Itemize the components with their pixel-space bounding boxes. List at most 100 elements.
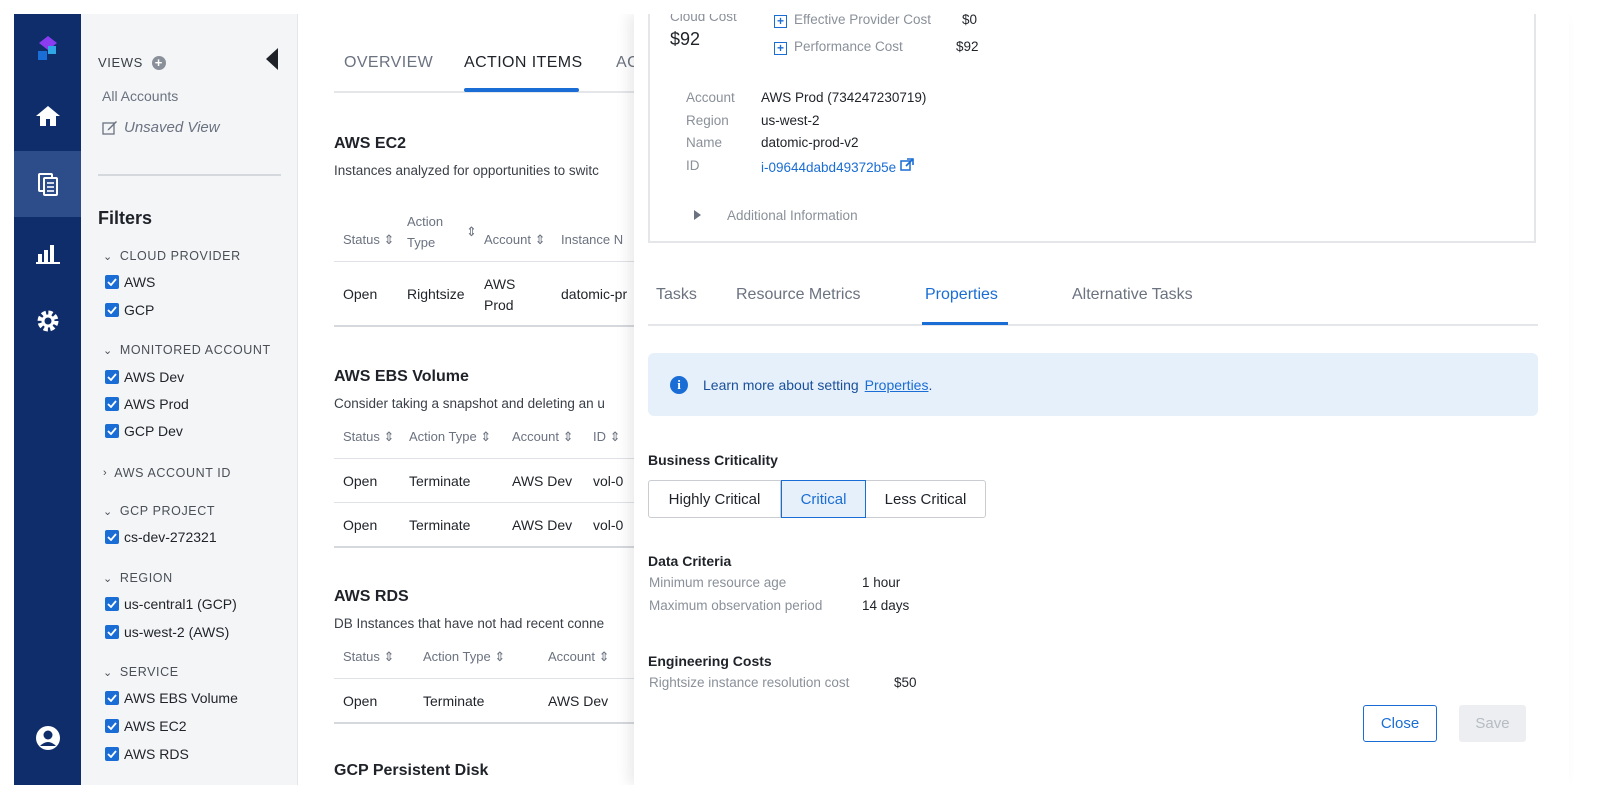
checkbox-checked-icon[interactable]	[105, 303, 119, 317]
divider	[334, 502, 634, 503]
filter-section-aws-account-id[interactable]: › AWS ACCOUNT ID	[103, 466, 231, 480]
view-unsaved[interactable]: Unsaved View	[102, 119, 220, 136]
filter-section-cloud-provider[interactable]: ⌄ CLOUD PROVIDER	[103, 249, 241, 263]
filter-option-aws-prod[interactable]: AWS Prod	[105, 396, 189, 412]
effective-provider-cost-value: $0	[962, 14, 978, 27]
tab-tasks[interactable]: Tasks	[656, 286, 697, 304]
instance-id-link[interactable]: i-09644dabd49372b5e	[761, 158, 914, 175]
effective-provider-cost[interactable]: + Effective Provider Cost	[774, 14, 931, 28]
checkbox-checked-icon[interactable]	[105, 691, 119, 705]
performance-cost-value: $92	[956, 39, 979, 54]
performance-cost[interactable]: + Performance Cost	[774, 39, 903, 55]
view-all-accounts[interactable]: All Accounts	[102, 88, 178, 104]
filter-option-aws-dev[interactable]: AWS Dev	[105, 369, 184, 385]
divider	[334, 325, 634, 327]
checkbox-checked-icon[interactable]	[105, 530, 119, 544]
column-header-action-type-line1[interactable]: Action	[407, 214, 443, 229]
name-value: datomic-prod-v2	[761, 135, 859, 150]
cell-id[interactable]: vol-0	[593, 517, 623, 533]
checkbox-checked-icon[interactable]	[105, 719, 119, 733]
cell-id[interactable]: vol-0	[593, 473, 623, 489]
collapse-panel-icon[interactable]	[266, 48, 278, 70]
column-header-id[interactable]: ID ⇕	[593, 429, 621, 445]
rightsize-cost-label: Rightsize instance resolution cost	[649, 675, 850, 690]
settings-icon[interactable]	[14, 288, 81, 354]
max-observation-period-value: 14 days	[862, 598, 910, 613]
column-header-account[interactable]: Account ⇕	[512, 429, 574, 445]
option-less-critical[interactable]: Less Critical	[866, 481, 985, 517]
expand-plus-icon[interactable]: +	[774, 15, 787, 28]
checkbox-checked-icon[interactable]	[105, 370, 119, 384]
checkbox-checked-icon[interactable]	[105, 625, 119, 639]
tab-action-items[interactable]: ACTION ITEMS	[464, 54, 583, 72]
filter-option-aws-ec2[interactable]: AWS EC2	[105, 718, 187, 734]
checkbox-checked-icon[interactable]	[105, 275, 119, 289]
cell-instance[interactable]: datomic-pr	[561, 286, 627, 302]
cell-action: Terminate	[409, 517, 471, 533]
checkbox-checked-icon[interactable]	[105, 424, 119, 438]
column-header-instance[interactable]: Instance N	[561, 232, 623, 247]
filter-section-gcp-project[interactable]: ⌄ GCP PROJECT	[103, 504, 215, 518]
checkbox-checked-icon[interactable]	[105, 597, 119, 611]
tab-alternative-tasks[interactable]: Alternative Tasks	[1072, 286, 1193, 304]
filter-option-cs-dev[interactable]: cs-dev-272321	[105, 529, 217, 545]
filter-option-aws-rds[interactable]: AWS RDS	[105, 746, 189, 762]
filter-section-region[interactable]: ⌄ REGION	[103, 571, 173, 585]
column-header-action-type-line2[interactable]: Type	[407, 235, 435, 250]
cloud-cost-label: Cloud Cost	[670, 14, 737, 24]
checkbox-checked-icon[interactable]	[105, 397, 119, 411]
filter-option-gcp[interactable]: GCP	[105, 302, 154, 318]
cell-account-line2: Prod	[484, 297, 514, 313]
column-header-account[interactable]: Account ⇕	[484, 232, 546, 248]
views-label: VIEWS	[98, 55, 143, 70]
tab-overview[interactable]: OVERVIEW	[344, 54, 433, 72]
save-button[interactable]: Save	[1459, 705, 1526, 742]
checkbox-checked-icon[interactable]	[105, 747, 119, 761]
column-header-action-type[interactable]: Action Type ⇕	[423, 649, 505, 665]
external-link-icon	[900, 158, 914, 171]
chevron-down-icon: ⌄	[103, 344, 113, 357]
column-header-account[interactable]: Account ⇕	[548, 649, 610, 665]
option-label: AWS RDS	[124, 746, 189, 762]
additional-information-toggle[interactable]: Additional Information	[694, 208, 858, 223]
divider	[334, 678, 634, 679]
logo-icon[interactable]	[14, 16, 81, 82]
filter-option-us-central1[interactable]: us-central1 (GCP)	[105, 596, 237, 612]
option-label: AWS EC2	[124, 718, 187, 734]
add-view-icon[interactable]: +	[151, 55, 166, 70]
filter-option-us-west-2[interactable]: us-west-2 (AWS)	[105, 624, 229, 640]
tab-resource-metrics[interactable]: Resource Metrics	[736, 286, 860, 304]
chevron-down-icon: ⌄	[103, 572, 113, 585]
reports-icon[interactable]	[14, 221, 81, 287]
divider	[98, 174, 281, 176]
option-critical[interactable]: Critical	[781, 480, 866, 518]
column-header-status[interactable]: Status ⇕	[343, 232, 394, 248]
option-highly-critical[interactable]: Highly Critical	[649, 481, 781, 517]
detail-drawer: Cloud Cost $92 + Effective Provider Cost …	[634, 14, 1569, 785]
column-header-status[interactable]: Status ⇕	[343, 649, 394, 665]
home-icon[interactable]	[14, 83, 81, 149]
divider	[334, 458, 634, 459]
tab-more[interactable]: AC	[616, 54, 634, 72]
column-header-action-type[interactable]: Action Type ⇕	[409, 429, 491, 445]
rightsize-cost-value: $50	[894, 675, 917, 690]
cell-account-line1: AWS	[484, 276, 516, 292]
column-header-status[interactable]: Status ⇕	[343, 429, 394, 445]
close-button[interactable]: Close	[1363, 705, 1437, 742]
expand-plus-icon[interactable]: +	[774, 42, 787, 55]
account-icon[interactable]	[14, 705, 81, 771]
filter-option-gcp-dev[interactable]: GCP Dev	[105, 423, 183, 439]
filter-section-service[interactable]: ⌄ SERVICE	[103, 665, 179, 679]
divider	[334, 546, 634, 548]
business-criticality-selector: Highly Critical Critical Less Critical	[648, 480, 986, 518]
filter-option-aws[interactable]: AWS	[105, 274, 155, 290]
section-desc-rds: DB Instances that have not had recent co…	[334, 616, 605, 631]
sort-icon[interactable]: ⇕	[466, 224, 477, 240]
data-criteria-label: Data Criteria	[648, 553, 732, 569]
properties-link[interactable]: Properties	[865, 377, 929, 393]
documents-icon[interactable]	[14, 151, 81, 217]
filter-section-monitored-account[interactable]: ⌄ MONITORED ACCOUNT	[103, 343, 271, 357]
tab-properties[interactable]: Properties	[925, 286, 998, 304]
filter-option-aws-ebs-volume[interactable]: AWS EBS Volume	[105, 690, 238, 706]
option-label: us-west-2 (AWS)	[124, 624, 230, 640]
